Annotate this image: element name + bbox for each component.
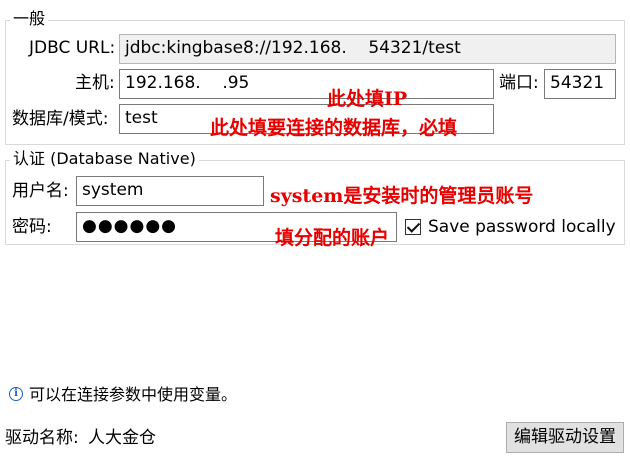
jdbc-url-label: JDBC URL: [29, 38, 116, 58]
save-password-checkbox[interactable] [405, 218, 421, 235]
database-label: 数据库/模式: [12, 109, 109, 129]
password-label: 密码: [12, 217, 52, 237]
port-field[interactable]: 54321 [544, 69, 616, 99]
checkmark-icon [406, 218, 420, 233]
port-label: 端口: [499, 73, 539, 93]
jdbc-url-field[interactable]: jdbc:kingbase8://192.168. 54321/test [119, 34, 616, 64]
host-field[interactable]: 192.168. .95 [119, 69, 494, 99]
username-label: 用户名: [12, 181, 69, 201]
host-label: 主机: [75, 73, 115, 93]
annotation-database: 此处填要连接的数据库，必填 [210, 117, 458, 139]
info-icon: i [9, 387, 23, 401]
annotation-username: system是安装时的管理员账号 [270, 185, 534, 207]
save-password-label[interactable]: Save password locally [428, 215, 616, 239]
annotation-host: 此处填IP [327, 88, 408, 110]
annotation-password: 填分配的账户 [275, 227, 390, 249]
driver-name-label: 驱动名称: [5, 428, 79, 448]
driver-name-value: 人大金仓 [88, 428, 156, 448]
auth-legend: 认证 (Database Native) [10, 149, 199, 169]
edit-driver-settings-button[interactable]: 编辑驱动设置 [506, 422, 624, 453]
username-field[interactable]: system [76, 176, 264, 206]
variables-info-text: 可以在连接参数中使用变量。 [29, 385, 238, 404]
general-legend: 一般 [10, 9, 49, 29]
